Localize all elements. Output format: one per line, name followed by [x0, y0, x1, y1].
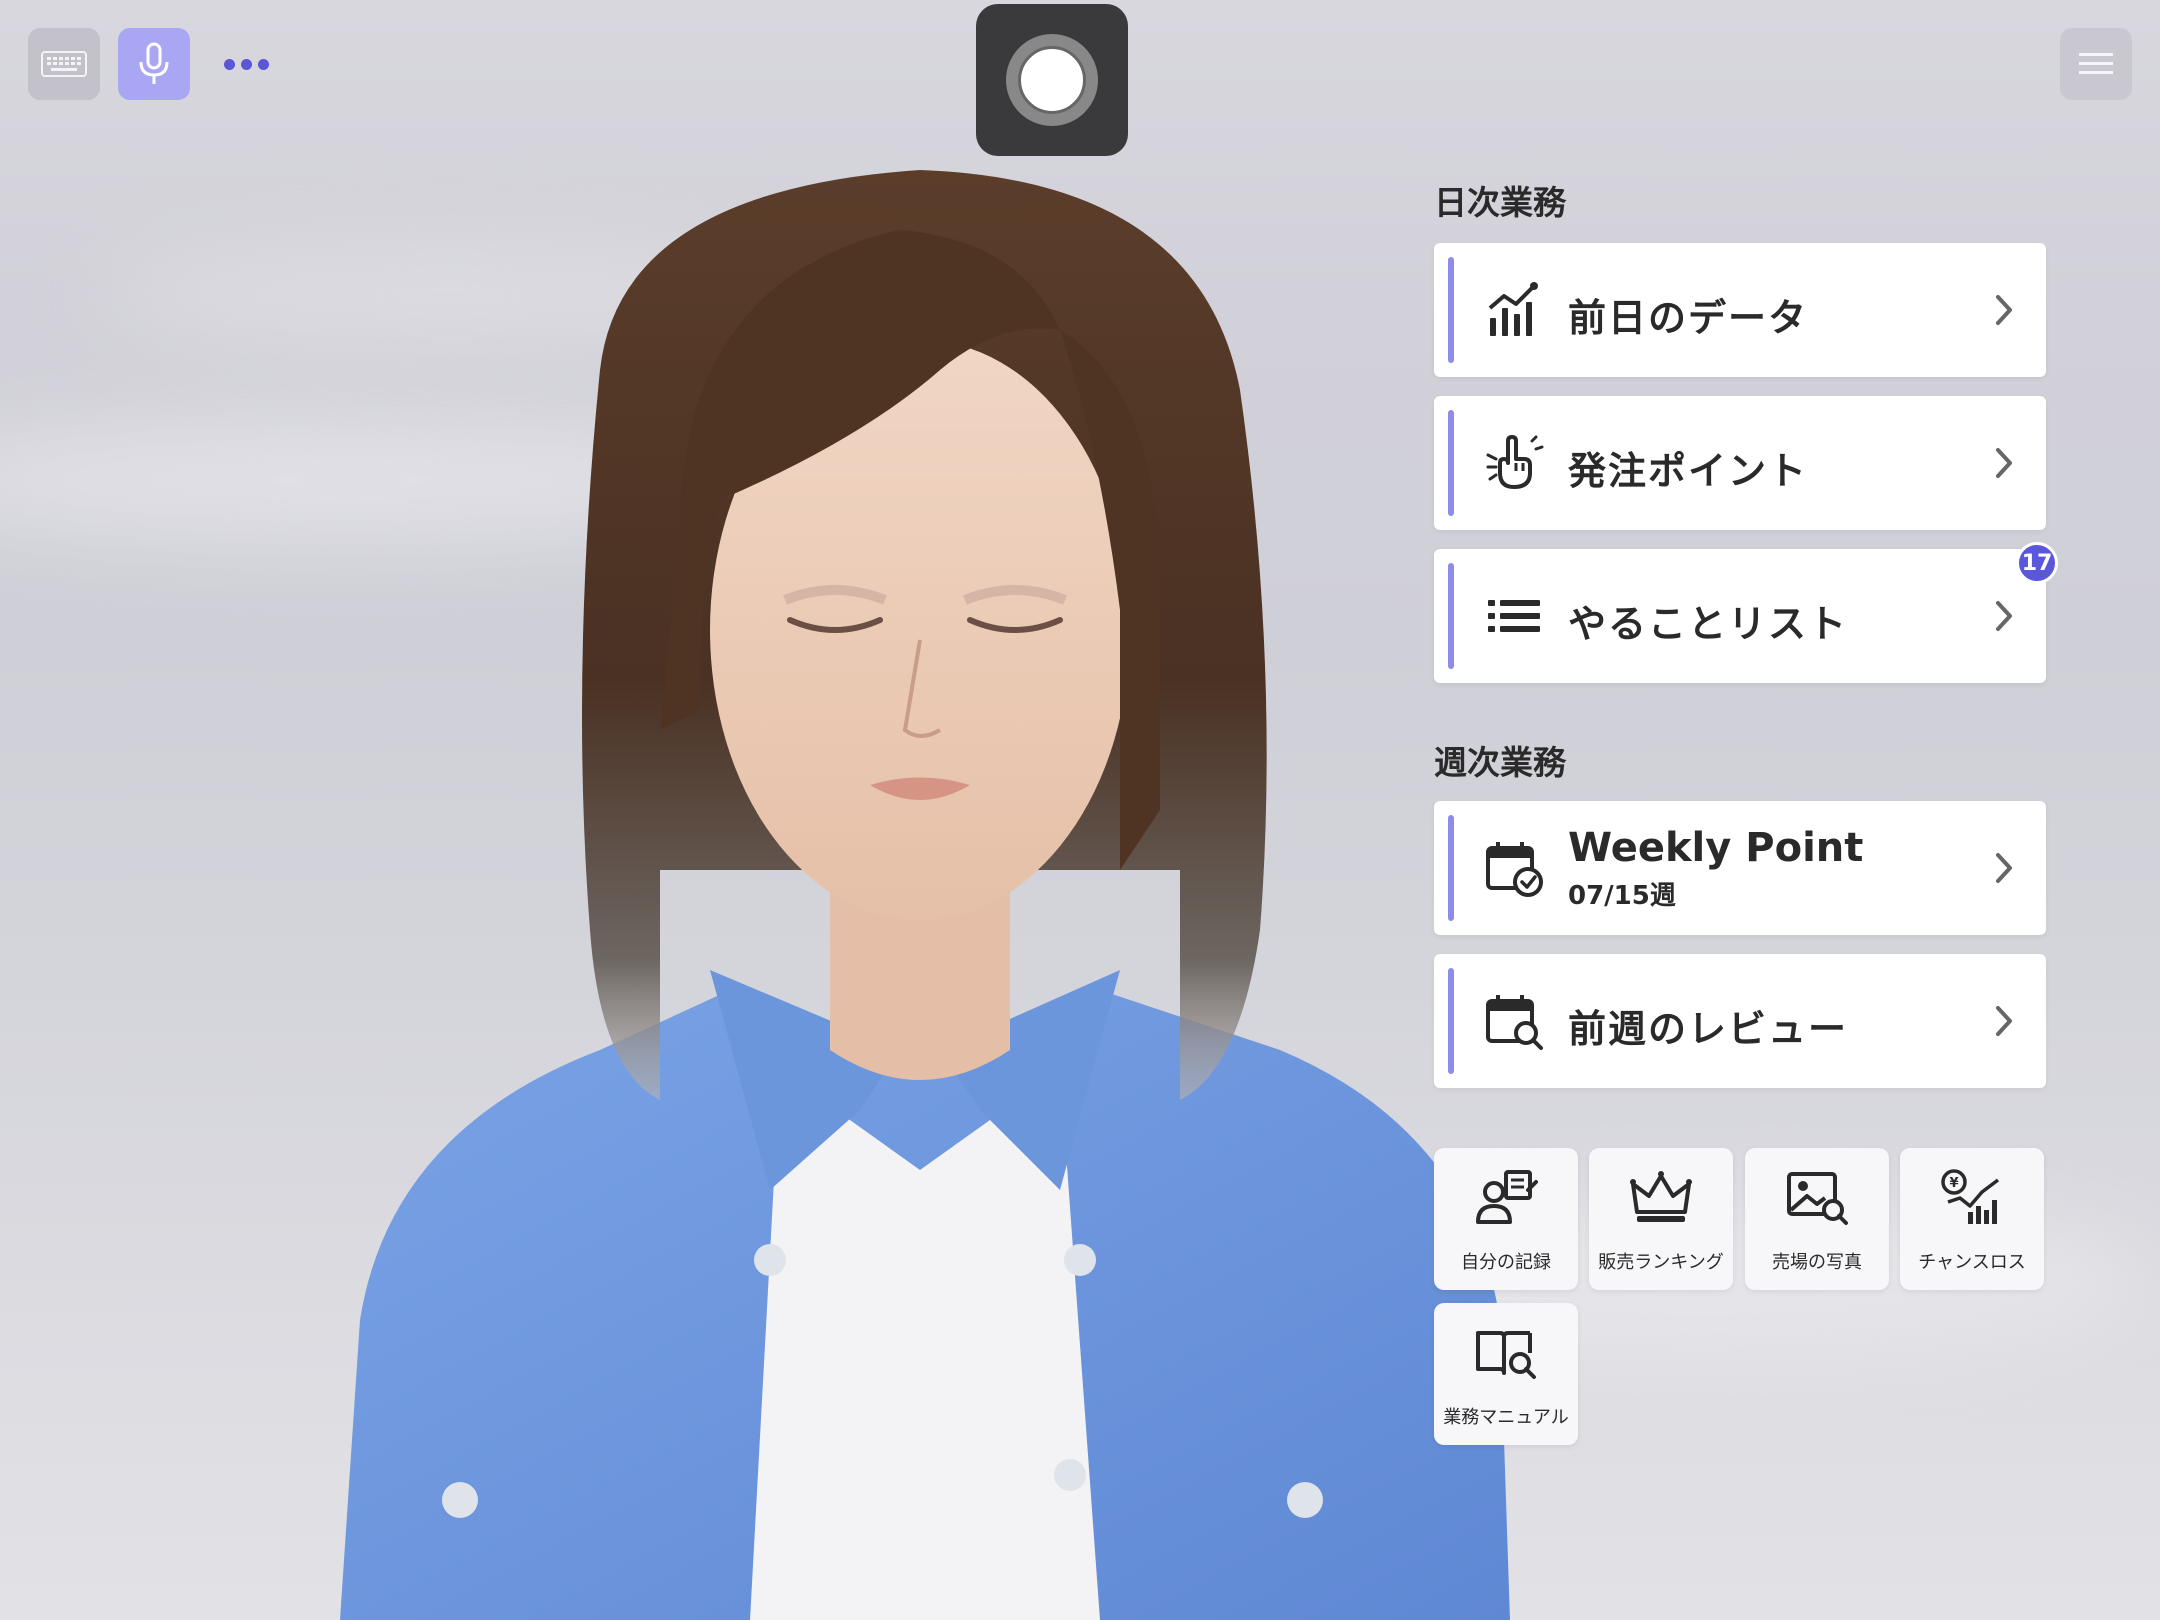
tile-label: 売場の写真: [1772, 1252, 1862, 1273]
card-todo-list[interactable]: やることリスト: [1434, 549, 2046, 683]
more-options-button[interactable]: [210, 28, 282, 100]
keyboard-icon: [41, 51, 87, 77]
tile-my-record[interactable]: 自分の記録: [1434, 1148, 1578, 1290]
card-label: Weekly Point: [1568, 825, 1864, 871]
chevron-right-icon: [1996, 853, 2012, 883]
tile-label: 自分の記録: [1461, 1252, 1551, 1273]
daily-section-title: 日次業務: [1434, 183, 1566, 222]
microphone-button[interactable]: [118, 28, 190, 100]
card-label: 発注ポイント: [1568, 449, 1809, 493]
chevron-right-icon: [1996, 295, 2012, 325]
card-label: やることリスト: [1568, 602, 1849, 646]
book-search-icon: [1476, 1331, 1536, 1379]
record-button[interactable]: [976, 4, 1128, 156]
hand-point-icon: [1486, 435, 1544, 489]
bar-chart-trend-icon: [1488, 282, 1538, 336]
list-icon: [1488, 600, 1540, 632]
tile-label: チャンスロス: [1918, 1252, 2026, 1273]
tile-chance-loss[interactable]: ¥ チャンスロス: [1900, 1148, 2044, 1290]
card-previous-week-review[interactable]: 前週のレビュー: [1434, 954, 2046, 1088]
tile-sales-floor-photo[interactable]: 売場の写真: [1745, 1148, 1889, 1290]
card-accent-bar: [1448, 968, 1454, 1074]
todo-count-badge: 17: [2016, 542, 2058, 584]
weekly-section-title: 週次業務: [1434, 743, 1566, 782]
crown-icon: [1630, 1171, 1692, 1222]
card-order-point[interactable]: 発注ポイント: [1434, 396, 2046, 530]
card-label: 前日のデータ: [1568, 296, 1809, 340]
svg-text:¥: ¥: [1949, 1176, 1958, 1191]
yen-chart-icon: ¥: [1941, 1169, 2000, 1224]
user-record-icon: [1476, 1170, 1538, 1224]
card-weekly-point[interactable]: Weekly Point 07/15週: [1434, 801, 2046, 935]
card-sublabel: 07/15週: [1568, 881, 1676, 911]
card-accent-bar: [1448, 563, 1454, 669]
photo-search-icon: [1787, 1172, 1848, 1225]
tile-label: 業務マニュアル: [1443, 1407, 1569, 1428]
keyboard-button[interactable]: [28, 28, 100, 100]
card-accent-bar: [1448, 815, 1454, 921]
card-accent-bar: [1448, 410, 1454, 516]
avatar-character: [300, 170, 1540, 1620]
card-previous-day-data[interactable]: 前日のデータ: [1434, 243, 2046, 377]
hamburger-menu-icon: [2079, 53, 2113, 74]
card-label: 前週のレビュー: [1568, 1007, 1849, 1051]
tile-work-manual[interactable]: 業務マニュアル: [1434, 1303, 1578, 1445]
card-accent-bar: [1448, 257, 1454, 363]
record-icon: [1006, 34, 1098, 126]
chevron-right-icon: [1996, 1006, 2012, 1036]
calendar-check-icon: [1486, 842, 1543, 897]
microphone-icon: [139, 42, 169, 84]
hamburger-menu-button[interactable]: [2060, 28, 2132, 100]
calendar-search-icon: [1486, 995, 1543, 1050]
tile-sales-ranking[interactable]: 販売ランキング: [1589, 1148, 1733, 1290]
chevron-right-icon: [1996, 448, 2012, 478]
tile-label: 販売ランキング: [1598, 1252, 1724, 1273]
chevron-right-icon: [1996, 601, 2012, 631]
more-dots-icon: [221, 55, 272, 74]
